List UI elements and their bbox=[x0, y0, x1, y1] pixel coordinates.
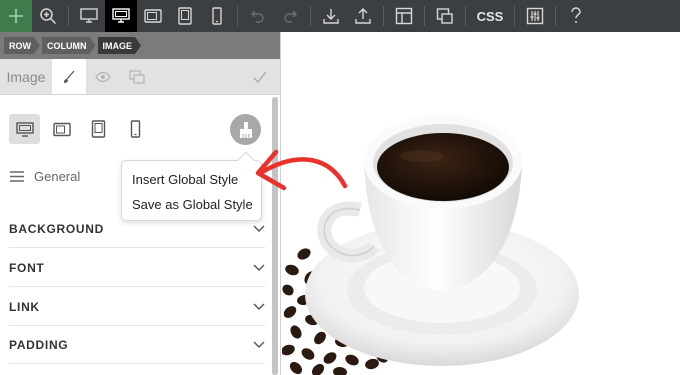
tablet-landscape-icon bbox=[144, 9, 162, 23]
scrollbar-thumb[interactable] bbox=[272, 97, 278, 375]
general-label: General bbox=[34, 169, 81, 184]
device-tablet-landscape-button[interactable] bbox=[46, 114, 77, 144]
tablet-landscape-view-button[interactable] bbox=[137, 0, 169, 32]
device-mobile-button[interactable] bbox=[120, 114, 151, 144]
toolbar-divider bbox=[237, 6, 238, 26]
toolbar-divider bbox=[68, 6, 69, 26]
desktop-icon bbox=[80, 8, 98, 23]
desktop-icon bbox=[15, 121, 34, 137]
responsive-button[interactable] bbox=[429, 0, 461, 32]
hamburger-icon bbox=[10, 171, 24, 182]
toolbar-divider bbox=[555, 6, 556, 26]
chevron-down-icon bbox=[253, 264, 265, 272]
toolbar-divider bbox=[424, 6, 425, 26]
panel-tab-title: Image bbox=[6, 68, 46, 85]
add-button[interactable] bbox=[0, 0, 32, 32]
section-label: FONT bbox=[9, 260, 45, 275]
insert-global-style-item[interactable]: Insert Global Style bbox=[122, 171, 261, 196]
undo-icon bbox=[251, 10, 264, 23]
general-group[interactable]: General bbox=[10, 169, 80, 184]
save-as-global-style-item[interactable]: Save as Global Style bbox=[122, 196, 261, 221]
page-canvas bbox=[282, 32, 680, 375]
desktop-active-view-button[interactable] bbox=[105, 0, 137, 32]
toolbar-divider bbox=[310, 6, 311, 26]
section-label: BACKGROUND bbox=[9, 221, 104, 236]
checkmark-icon bbox=[253, 71, 267, 83]
section-link[interactable]: LINK bbox=[9, 288, 265, 326]
settings-icon bbox=[526, 7, 544, 25]
tab-duplicate[interactable] bbox=[120, 59, 154, 94]
tablet-view-button[interactable] bbox=[169, 0, 201, 32]
tablet-icon bbox=[178, 7, 192, 25]
device-selector bbox=[9, 114, 151, 144]
zoom-button[interactable] bbox=[32, 0, 64, 32]
import-button[interactable] bbox=[315, 0, 347, 32]
mobile-icon bbox=[212, 7, 222, 25]
desktop-active-icon bbox=[112, 8, 130, 23]
tablet-icon bbox=[91, 120, 106, 138]
help-icon bbox=[571, 7, 581, 23]
redo-icon bbox=[284, 10, 297, 23]
settings-button[interactable] bbox=[519, 0, 551, 32]
help-button[interactable] bbox=[560, 0, 592, 32]
breadcrumb-column[interactable]: COLUMN bbox=[42, 37, 96, 54]
toolbar-divider bbox=[465, 6, 466, 26]
breadcrumb: ROW COLUMN IMAGE bbox=[0, 32, 280, 59]
device-desktop-button[interactable] bbox=[9, 114, 40, 144]
breadcrumb-row[interactable]: ROW bbox=[4, 37, 40, 54]
desktop-view-button[interactable] bbox=[73, 0, 105, 32]
panel-tabs: Image bbox=[0, 59, 280, 95]
panel-scrollbar[interactable] bbox=[272, 97, 278, 375]
tab-style[interactable] bbox=[52, 59, 86, 94]
section-label: LINK bbox=[9, 299, 40, 314]
tab-visibility[interactable] bbox=[86, 59, 120, 94]
layout-icon bbox=[395, 7, 413, 25]
zoom-icon bbox=[40, 8, 57, 25]
import-icon bbox=[323, 9, 339, 24]
device-tablet-button[interactable] bbox=[83, 114, 114, 144]
mobile-icon bbox=[130, 120, 141, 138]
global-style-menu: Insert Global Style Save as Global Style bbox=[121, 151, 262, 221]
plus-icon bbox=[9, 9, 23, 23]
tablet-landscape-icon bbox=[52, 122, 71, 136]
top-toolbar: CSS bbox=[0, 0, 680, 32]
responsive-icon bbox=[436, 8, 453, 24]
toolbar-divider bbox=[383, 6, 384, 26]
undo-button[interactable] bbox=[242, 0, 274, 32]
section-padding[interactable]: PADDING bbox=[9, 326, 265, 364]
brush-icon bbox=[64, 70, 75, 83]
section-font[interactable]: FONT bbox=[9, 249, 265, 287]
duplicate-icon bbox=[129, 69, 145, 84]
chevron-down-icon bbox=[253, 341, 265, 349]
redo-button[interactable] bbox=[274, 0, 306, 32]
layout-button[interactable] bbox=[388, 0, 420, 32]
css-button[interactable]: CSS bbox=[470, 9, 510, 24]
coffee-cup-image[interactable] bbox=[282, 32, 680, 375]
chevron-down-icon bbox=[253, 303, 265, 311]
mobile-view-button[interactable] bbox=[201, 0, 233, 32]
breadcrumb-image[interactable]: IMAGE bbox=[98, 37, 142, 54]
export-button[interactable] bbox=[347, 0, 379, 32]
export-icon bbox=[355, 8, 371, 24]
global-style-button[interactable] bbox=[230, 114, 261, 145]
section-label: PADDING bbox=[9, 337, 69, 352]
eye-icon bbox=[95, 71, 111, 82]
chevron-down-icon bbox=[253, 225, 265, 233]
apply-button[interactable] bbox=[240, 59, 280, 94]
toolbar-divider bbox=[514, 6, 515, 26]
paint-brush-icon bbox=[239, 121, 252, 138]
